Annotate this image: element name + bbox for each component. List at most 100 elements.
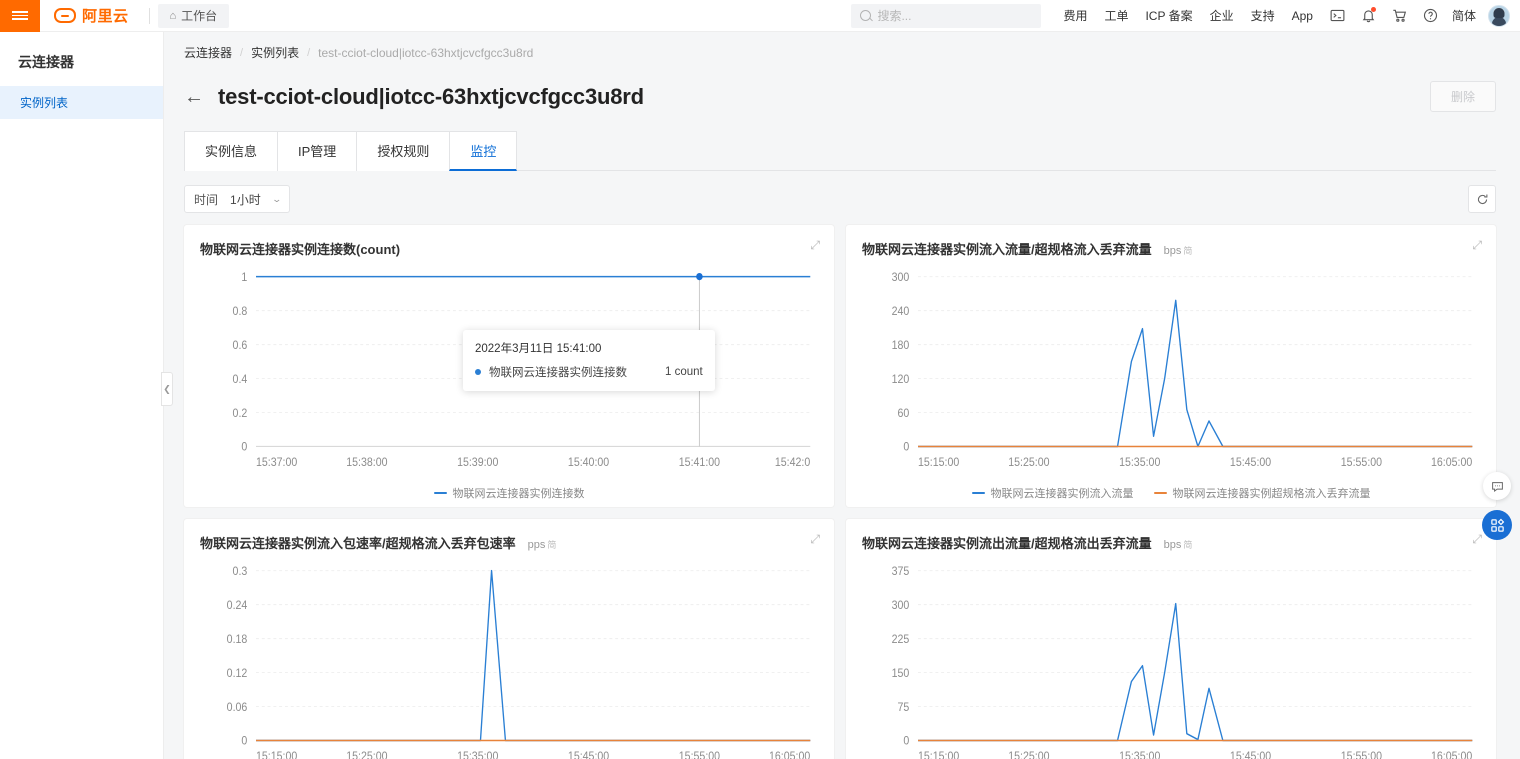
top-nav-links: 费用 工单 ICP 备案 企业 支持 App (1063, 7, 1313, 24)
breadcrumb-separator: / (307, 46, 311, 59)
chart-title: 物联网云连接器实例连接数(count) (200, 242, 401, 257)
tab-auth-rules[interactable]: 授权规则 (356, 131, 451, 171)
chart-title: 物联网云连接器实例流入包速率/超规格流入丢弃包速率 (200, 536, 516, 551)
search-input[interactable]: 搜索... (851, 3, 1042, 28)
sidebar-item-instance-list[interactable]: 实例列表 (0, 86, 163, 119)
legend-label: 物联网云连接器实例流入流量 (990, 488, 1134, 500)
svg-text:15:35:00: 15:35:00 (457, 750, 498, 759)
nav-link-app[interactable]: App (1292, 9, 1313, 23)
svg-text:15:42:0: 15:42:0 (775, 456, 810, 469)
nav-link-support[interactable]: 支持 (1251, 7, 1275, 24)
legend-item[interactable]: 物联网云连接器实例连接数 (433, 485, 585, 501)
hamburger-menu-icon[interactable] (0, 0, 40, 32)
workbench-label: 工作台 (181, 9, 218, 23)
sidebar-collapse-handle[interactable]: ❮ (161, 372, 173, 406)
expand-icon[interactable]: ⤢ (1472, 533, 1482, 545)
tab-monitoring[interactable]: 监控 (449, 131, 518, 171)
apps-grid-icon[interactable] (1482, 510, 1512, 540)
expand-icon[interactable]: ⤢ (810, 533, 820, 545)
svg-text:15:45:00: 15:45:00 (1230, 456, 1271, 469)
time-range-select[interactable]: 时间 1小时 ⌄ (184, 185, 291, 213)
svg-text:15:55:00: 15:55:00 (1341, 750, 1382, 759)
chat-icon[interactable] (1483, 472, 1511, 500)
tab-instance-info[interactable]: 实例信息 (184, 131, 279, 171)
expand-icon[interactable]: ⤢ (810, 239, 820, 251)
sidebar-title: 云连接器 (18, 54, 74, 70)
user-avatar[interactable] (1488, 4, 1510, 27)
svg-text:0.4: 0.4 (233, 373, 248, 386)
breadcrumb-item-cloud-connector[interactable]: 云连接器 (184, 44, 232, 61)
tooltip-series-dot (475, 369, 481, 375)
breadcrumb-current: test-cciot-cloud|iotcc-63hxtjcvcfgcc3u8r… (318, 45, 534, 60)
svg-text:0.06: 0.06 (227, 701, 248, 714)
aliyun-logo[interactable]: 阿里云 (40, 0, 141, 32)
chart-unit-sub: 简 (1183, 246, 1193, 256)
workbench-button[interactable]: ⌂ 工作台 (157, 3, 230, 28)
time-range-label: 时间 (194, 192, 219, 207)
search-placeholder: 搜索... (877, 9, 912, 23)
svg-text:15:40:00: 15:40:00 (568, 456, 609, 469)
page-title: test-cciot-cloud|iotcc-63hxtjcvcfgcc3u8r… (218, 83, 644, 109)
svg-text:0.18: 0.18 (227, 633, 248, 646)
divider (148, 7, 150, 24)
breadcrumb-separator: / (240, 46, 244, 59)
svg-text:15:15:00: 15:15:00 (256, 750, 297, 759)
nav-link-enterprise[interactable]: 企业 (1210, 7, 1234, 24)
tab-ip-management[interactable]: IP管理 (277, 131, 358, 171)
legend-label: 物联网云连接器实例连接数 (452, 488, 585, 500)
chevron-left-icon: ❮ (163, 383, 171, 394)
chart-card-inbound-traffic: 物联网云连接器实例流入流量/超规格流入丢弃流量 bps 简 ⤢ 300 240 180… (846, 225, 1496, 507)
top-navigation-bar: 阿里云 ⌂ 工作台 搜索... 费用 工单 ICP 备案 企业 支持 App 简… (0, 0, 1520, 32)
cart-icon[interactable] (1392, 8, 1407, 23)
chart-title: 物联网云连接器实例流出流量/超规格流出丢弃流量 (862, 536, 1152, 551)
svg-text:15:25:00: 15:25:00 (1008, 750, 1049, 759)
floating-action-buttons (1482, 472, 1512, 540)
chart-toolbar: 时间 1小时 ⌄ (184, 171, 1496, 225)
svg-text:0.2: 0.2 (233, 407, 248, 420)
svg-text:240: 240 (892, 305, 910, 318)
tooltip-row: 物联网云连接器实例连接数 1 count (475, 364, 703, 380)
svg-text:0.3: 0.3 (233, 565, 248, 578)
svg-text:375: 375 (892, 565, 910, 578)
svg-text:300: 300 (892, 599, 910, 612)
notification-badge (1370, 7, 1376, 12)
refresh-button[interactable] (1468, 185, 1496, 213)
chart-unit-value: bps (1163, 539, 1182, 551)
svg-text:0: 0 (241, 441, 247, 454)
brand-name: 阿里云 (82, 8, 129, 25)
chart-tooltip: 2022年3月11日 15:41:00 物联网云连接器实例连接数 1 count (463, 330, 715, 391)
nav-link-fees[interactable]: 费用 (1063, 7, 1087, 24)
legend-label: 物联网云连接器实例超规格流入丢弃流量 (1172, 488, 1371, 500)
chevron-down-icon: ⌄ (271, 193, 282, 204)
bell-icon[interactable] (1361, 7, 1376, 23)
help-icon[interactable] (1423, 8, 1438, 23)
svg-text:1: 1 (241, 271, 247, 284)
legend-item[interactable]: 物联网云连接器实例超规格流入丢弃流量 (1153, 485, 1371, 501)
legend-item[interactable]: 物联网云连接器实例流入流量 (971, 485, 1134, 501)
nav-link-icp[interactable]: ICP 备案 (1145, 7, 1192, 24)
terminal-icon[interactable] (1330, 8, 1345, 23)
svg-text:0.8: 0.8 (233, 305, 248, 318)
search-icon (860, 10, 872, 21)
delete-button[interactable]: 删除 (1429, 81, 1496, 112)
expand-icon[interactable]: ⤢ (1472, 239, 1482, 251)
nav-link-tickets[interactable]: 工单 (1104, 7, 1128, 24)
breadcrumb: 云连接器 / 实例列表 / test-cciot-cloud|iotcc-63h… (184, 32, 1496, 69)
breadcrumb-item-instance-list[interactable]: 实例列表 (251, 44, 299, 61)
chart-header: 物联网云连接器实例流入包速率/超规格流入丢弃包速率 pps 简 (200, 533, 818, 552)
left-sidebar: 云连接器 实例列表 ❮ (0, 32, 173, 759)
chart-card-outbound-traffic: 物联网云连接器实例流出流量/超规格流出丢弃流量 bps 简 ⤢ 375 300 225… (846, 519, 1496, 759)
svg-text:300: 300 (892, 271, 910, 284)
language-switcher[interactable]: 简体 (1452, 7, 1476, 24)
svg-text:150: 150 (892, 667, 910, 680)
time-range-value: 1小时 (230, 192, 261, 207)
svg-text:15:25:00: 15:25:00 (1008, 456, 1049, 469)
arrow-left-icon[interactable]: ← (184, 87, 204, 107)
tooltip-series-name: 物联网云连接器实例连接数 (489, 367, 627, 379)
svg-text:0.24: 0.24 (227, 599, 248, 612)
svg-text:15:15:00: 15:15:00 (918, 456, 959, 469)
page-header: ← test-cciot-cloud|iotcc-63hxtjcvcfgcc3u… (184, 69, 1496, 118)
svg-text:60: 60 (898, 407, 910, 420)
svg-text:16:05:00: 16:05:00 (1431, 456, 1472, 469)
chart-unit: bps 简 (1164, 538, 1193, 551)
